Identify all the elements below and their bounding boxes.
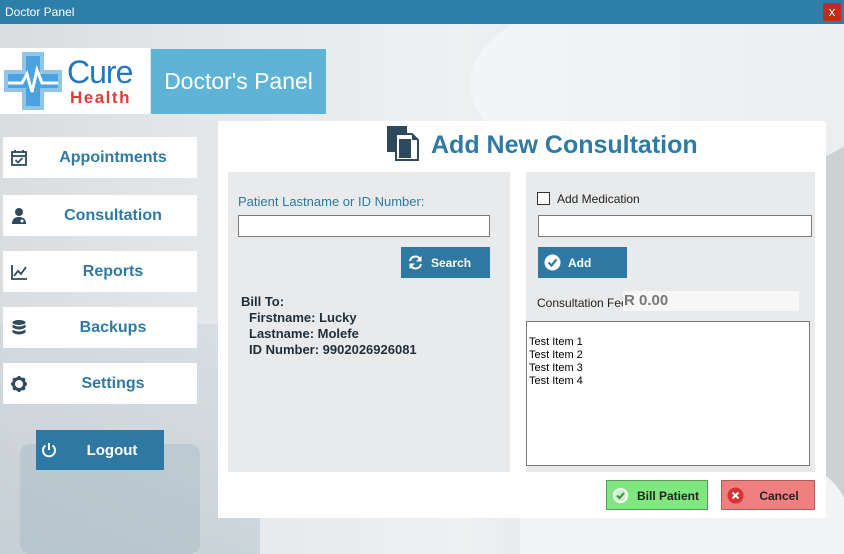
nav-settings[interactable]: Settings <box>3 363 197 404</box>
medication-input[interactable] <box>538 215 812 237</box>
page-heading: Add New Consultation <box>386 125 726 161</box>
panel-title: Doctor's Panel <box>151 49 326 114</box>
add-medication-checkbox[interactable] <box>537 192 550 205</box>
bill-lastname: Lastname: Molefe <box>249 326 359 341</box>
logout-label: Logout <box>86 442 138 459</box>
close-circle-icon <box>727 487 744 504</box>
search-label: Patient Lastname or ID Number: <box>238 194 425 209</box>
bill-to-block: Bill To: Firstname: Lucky Lastname: Mole… <box>241 294 417 358</box>
check-circle-icon <box>544 254 561 271</box>
patient-search-panel: Patient Lastname or ID Number: Search Bi… <box>228 172 510 472</box>
page-title: Add New Consultation <box>431 131 698 159</box>
patient-search-input[interactable] <box>238 215 490 237</box>
bill-firstname: Firstname: Lucky <box>249 310 357 325</box>
bill-patient-button[interactable]: Bill Patient <box>606 480 708 510</box>
nav-settings-label: Settings <box>81 375 145 392</box>
consultation-fee-value: R 0.00 <box>623 291 799 311</box>
logout-button[interactable]: Logout <box>36 430 164 470</box>
nav-consultation-label: Consultation <box>64 207 162 224</box>
search-button[interactable]: Search <box>401 247 490 278</box>
bill-to-title: Bill To: <box>241 294 285 309</box>
list-item[interactable]: Test Item 3 <box>529 362 807 375</box>
bill-id-number: ID Number: 9902026926081 <box>249 342 417 357</box>
cancel-button[interactable]: Cancel <box>721 480 815 510</box>
list-item[interactable]: Test Item 2 <box>529 349 807 362</box>
medication-panel: Add Medication Add Consultation Fee: R 0… <box>526 172 815 472</box>
nav-appointments-label: Appointments <box>59 149 167 166</box>
add-medication-button[interactable]: Add <box>538 247 627 278</box>
nav-backups[interactable]: Backups <box>3 307 197 348</box>
consultation-card: Add New Consultation Patient Lastname or… <box>218 121 826 518</box>
nav-consultation[interactable]: Consultation <box>3 195 197 236</box>
nav-appointments[interactable]: Appointments <box>3 137 197 178</box>
database-icon <box>12 320 26 335</box>
logo-text-cure: Cure <box>67 54 133 90</box>
add-button-label: Add <box>568 256 592 270</box>
window-title: Doctor Panel <box>5 5 75 19</box>
doctor-icon <box>12 208 26 224</box>
title-bar: Doctor Panel x <box>0 0 844 24</box>
check-circle-icon <box>612 487 629 504</box>
consultation-fee-label: Consultation Fee: <box>537 296 632 310</box>
search-button-label: Search <box>431 256 472 270</box>
bill-patient-label: Bill Patient <box>636 489 699 503</box>
nav-reports-label: Reports <box>82 263 144 280</box>
list-item[interactable]: Test Item 1 <box>529 336 807 349</box>
logo-text-health: Health <box>70 88 131 107</box>
cancel-label: Cancel <box>759 489 799 503</box>
line-chart-icon <box>11 265 27 280</box>
power-icon <box>42 443 56 458</box>
documents-icon <box>387 126 419 161</box>
calendar-check-icon <box>11 150 27 166</box>
medication-list[interactable]: Test Item 1 Test Item 2 Test Item 3 Test… <box>526 321 810 466</box>
nav-reports[interactable]: Reports <box>3 251 197 292</box>
add-medication-label[interactable]: Add Medication <box>557 192 640 206</box>
list-item[interactable]: Test Item 4 <box>529 375 807 388</box>
refresh-icon <box>409 255 422 270</box>
medical-cross-icon <box>2 50 64 112</box>
close-window-button[interactable]: x <box>823 3 841 21</box>
app-logo: Cure Health <box>0 48 150 114</box>
gear-icon <box>11 376 27 392</box>
nav-backups-label: Backups <box>79 319 147 336</box>
